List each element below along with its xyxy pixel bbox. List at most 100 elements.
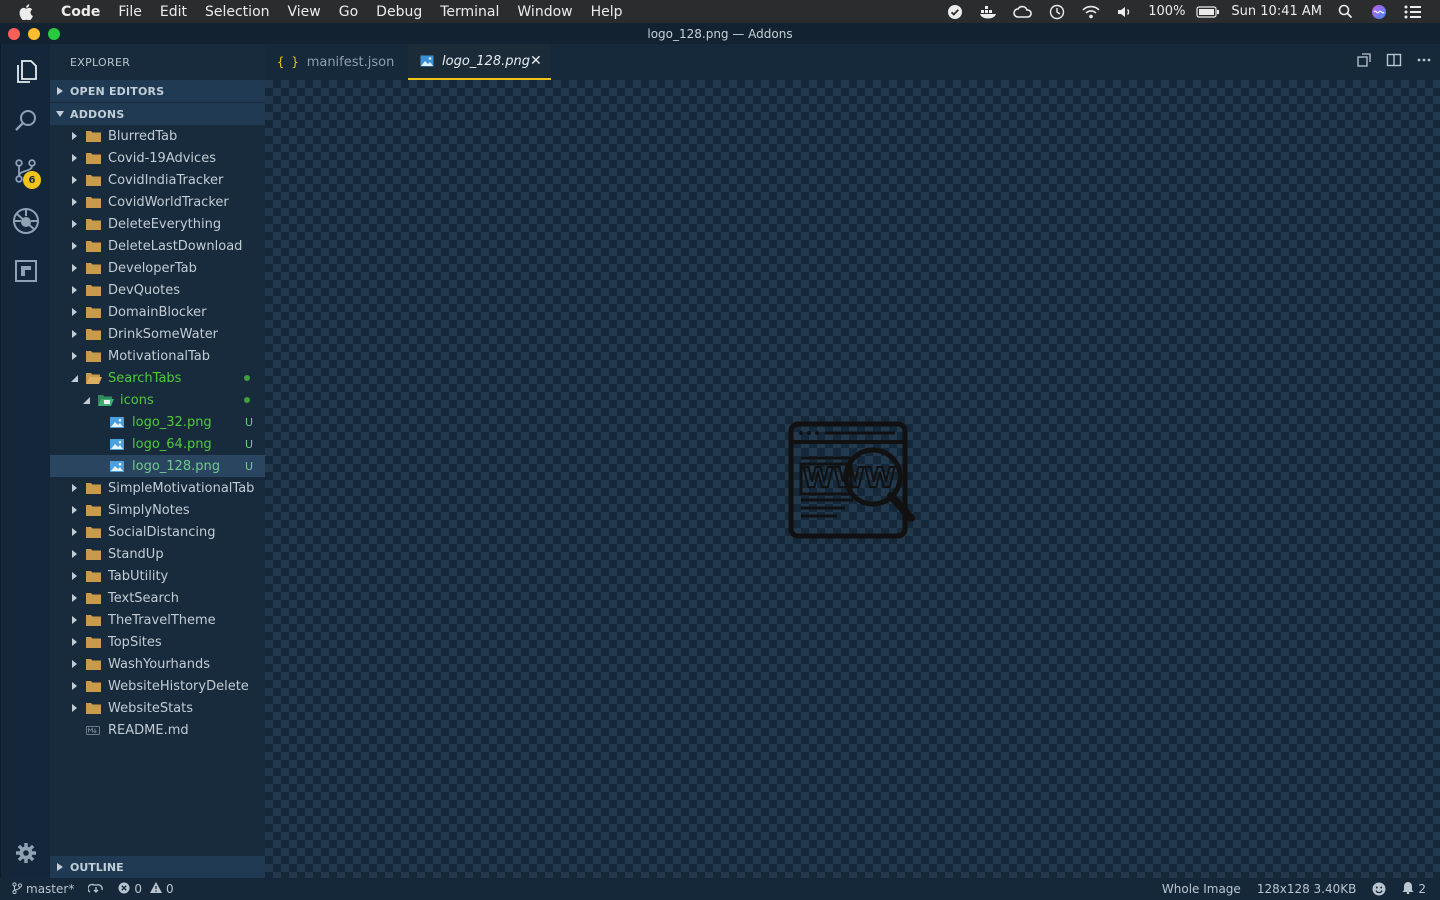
menu-file[interactable]: File: [109, 4, 150, 20]
tree-item-label: WebsiteHistoryDelete: [108, 678, 249, 694]
tree-folder[interactable]: CovidIndiaTracker: [50, 169, 265, 191]
tree-folder[interactable]: TabUtility: [50, 565, 265, 587]
folder-icon: [86, 349, 102, 363]
chevron-right-icon: [68, 154, 80, 162]
tree-folder[interactable]: SearchTabs: [50, 367, 265, 389]
untracked-decoration: U: [244, 415, 253, 429]
tree-folder[interactable]: DeleteLastDownload: [50, 235, 265, 257]
tree-folder[interactable]: Covid-19Advices: [50, 147, 265, 169]
menu-selection[interactable]: Selection: [196, 4, 279, 20]
open-editors-section[interactable]: OPEN EDITORS: [50, 80, 265, 102]
tree-folder[interactable]: DevQuotes: [50, 279, 265, 301]
chevron-right-icon: [68, 264, 80, 272]
split-editor-icon[interactable]: [1386, 52, 1402, 72]
close-tab-icon[interactable]: ✕: [530, 53, 542, 69]
battery-icon[interactable]: [1191, 5, 1225, 18]
menu-go[interactable]: Go: [330, 4, 367, 20]
tree-file[interactable]: logo_64.png U: [50, 433, 265, 455]
git-branch-icon: [12, 881, 23, 897]
minimize-window-button[interactable]: [28, 28, 40, 40]
tree-folder[interactable]: StandUp: [50, 543, 265, 565]
menu-debug[interactable]: Debug: [367, 4, 431, 20]
problems-indicator[interactable]: 0 0: [118, 882, 174, 897]
tab-logo-128-png[interactable]: logo_128.png ✕: [408, 44, 551, 80]
clock[interactable]: Sun 10:41 AM: [1225, 4, 1328, 19]
chevron-right-icon: [68, 682, 80, 690]
time-machine-icon[interactable]: [1040, 4, 1074, 20]
branch-indicator[interactable]: master*: [12, 881, 74, 897]
feedback-smiley-icon[interactable]: [1372, 882, 1386, 896]
open-editors-label: OPEN EDITORS: [70, 84, 165, 98]
apple-icon[interactable]: [0, 3, 52, 20]
tree-item-label: CovidIndiaTracker: [108, 172, 224, 188]
tree-folder[interactable]: BlurredTab: [50, 125, 265, 147]
debug-icon[interactable]: [1, 196, 51, 246]
extensions-icon[interactable]: [1, 246, 51, 296]
spotlight-search-icon[interactable]: [1328, 4, 1362, 19]
bell-icon: [1402, 881, 1414, 897]
volume-icon[interactable]: [1108, 5, 1142, 19]
tree-item-label: README.md: [108, 722, 189, 738]
zoom-status[interactable]: Whole Image: [1162, 882, 1241, 896]
menu-edit[interactable]: Edit: [151, 4, 196, 20]
folder-icon: [86, 635, 102, 649]
menu-terminal[interactable]: Terminal: [431, 4, 508, 20]
chevron-right-icon: [68, 220, 80, 228]
tree-folder[interactable]: TopSites: [50, 631, 265, 653]
zoom-window-button[interactable]: [48, 28, 60, 40]
tree-folder[interactable]: DomainBlocker: [50, 301, 265, 323]
folder-icon: [86, 217, 102, 231]
settings-gear-icon[interactable]: [1, 828, 51, 878]
tree-folder[interactable]: DeveloperTab: [50, 257, 265, 279]
tree-item-label: Covid-19Advices: [108, 150, 216, 166]
tree-folder[interactable]: SimplyNotes: [50, 499, 265, 521]
more-actions-icon[interactable]: [1416, 52, 1432, 72]
tree-folder[interactable]: TextSearch: [50, 587, 265, 609]
untracked-decoration: U: [244, 437, 253, 451]
notifications-indicator[interactable]: 2: [1402, 881, 1426, 897]
tree-folder[interactable]: CovidWorldTracker: [50, 191, 265, 213]
siri-icon[interactable]: [1362, 4, 1396, 20]
tree-folder[interactable]: icons: [50, 389, 265, 411]
tree-folder[interactable]: WashYourhands: [50, 653, 265, 675]
check-circle-icon[interactable]: [938, 4, 972, 20]
close-window-button[interactable]: [8, 28, 20, 40]
tree-folder[interactable]: SimpleMotivationalTab: [50, 477, 265, 499]
notification-center-icon[interactable]: [1396, 5, 1430, 19]
chevron-right-icon: [68, 484, 80, 492]
outline-section[interactable]: OUTLINE: [50, 856, 265, 878]
sync-icon[interactable]: [88, 883, 104, 895]
chevron-right-icon: [68, 572, 80, 580]
tree-folder[interactable]: SocialDistancing: [50, 521, 265, 543]
tree-file[interactable]: logo_128.png U: [50, 455, 265, 477]
tree-item-label: BlurredTab: [108, 128, 178, 144]
explorer-icon[interactable]: [1, 46, 51, 96]
menu-window[interactable]: Window: [508, 4, 581, 20]
folder-icon: [86, 151, 102, 165]
tree-folder[interactable]: WebsiteStats: [50, 697, 265, 719]
tree-folder[interactable]: WebsiteHistoryDelete: [50, 675, 265, 697]
menu-app-name[interactable]: Code: [52, 4, 109, 20]
tree-folder[interactable]: TheTravelTheme: [50, 609, 265, 631]
menu-view[interactable]: View: [279, 4, 330, 20]
search-icon[interactable]: [1, 96, 51, 146]
folder-icon: [86, 173, 102, 187]
image-preview-logo[interactable]: WWW: [787, 420, 917, 540]
wifi-icon[interactable]: [1074, 5, 1108, 19]
tree-folder[interactable]: MotivationalTab: [50, 345, 265, 367]
tree-file[interactable]: logo_32.png U: [50, 411, 265, 433]
docker-icon[interactable]: [972, 5, 1006, 19]
source-control-icon[interactable]: [1, 146, 51, 196]
tab-manifest-json[interactable]: { } manifest.json: [265, 44, 408, 80]
addons-folder-section[interactable]: ADDONS: [50, 103, 265, 125]
chevron-right-icon: [68, 308, 80, 316]
menu-help[interactable]: Help: [582, 4, 632, 20]
creative-cloud-icon[interactable]: [1006, 5, 1040, 19]
tree-folder[interactable]: DeleteEverything: [50, 213, 265, 235]
tree-item-label: DevQuotes: [108, 282, 180, 298]
sidebar-title: EXPLORER: [70, 55, 131, 69]
open-changes-icon[interactable]: [1356, 52, 1372, 72]
tree-file[interactable]: README.md: [50, 719, 265, 741]
tree-folder[interactable]: DrinkSomeWater: [50, 323, 265, 345]
tree-item-label: SearchTabs: [108, 370, 182, 386]
